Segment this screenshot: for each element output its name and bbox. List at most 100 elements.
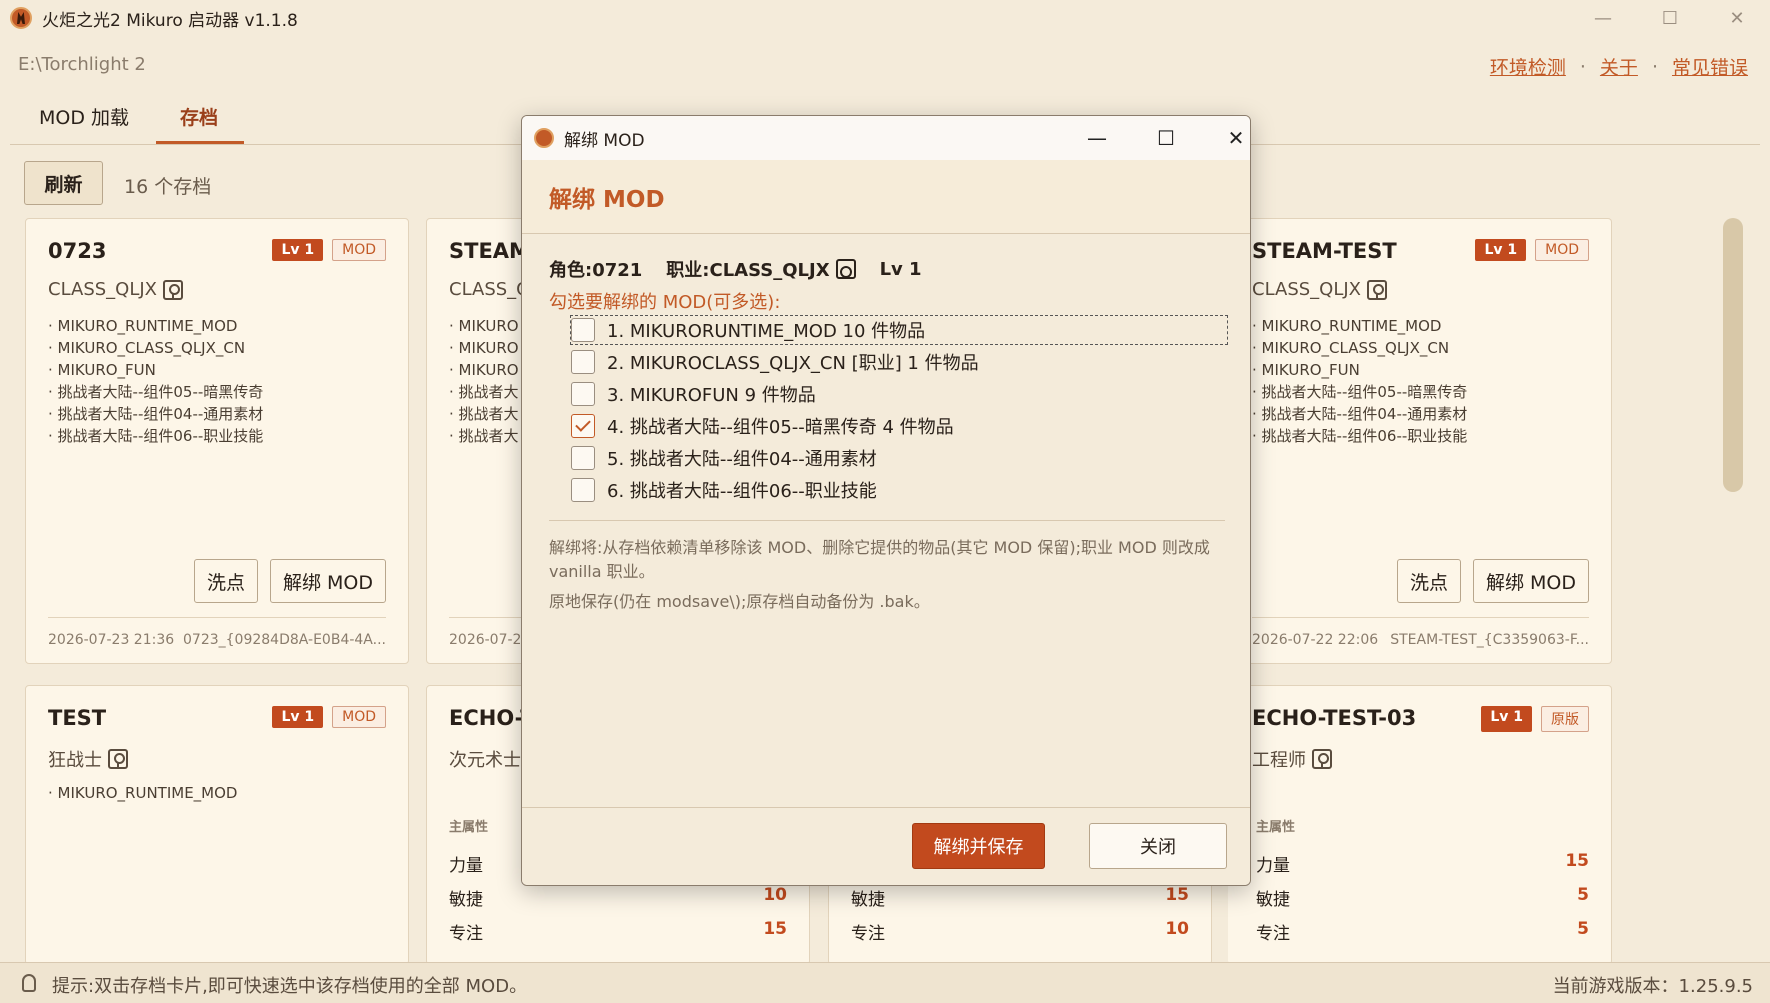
stat-row: 专注 10 xyxy=(851,919,1189,944)
mod-option[interactable]: 4. 挑战者大陆--组件05--暗黑传奇 4 件物品 xyxy=(571,412,954,440)
checkbox[interactable] xyxy=(571,350,595,374)
list-item: · MIKURO_FUN xyxy=(1252,361,1360,379)
respec-button[interactable]: 洗点 xyxy=(1396,559,1461,603)
unbind-mod-dialog: 解绑 MOD — ☐ ✕ 解绑 MOD 角色:0721 职业:CLASS_QLJ… xyxy=(521,115,1251,886)
dialog-maximize-button[interactable]: ☐ xyxy=(1136,116,1196,160)
dialog-heading: 解绑 MOD xyxy=(549,187,665,213)
female-icon xyxy=(163,279,184,300)
status-bar: 提示:双击存档卡片,即可快速选中该存档使用的全部 MOD。 当前游戏版本：1.2… xyxy=(0,962,1770,1003)
save-file: 0723_{09284D8A-E0B4-4A... xyxy=(183,632,386,648)
stat-row: 力量 15 xyxy=(1256,851,1589,876)
save-date: 2026-07-2 xyxy=(449,632,522,648)
close-button[interactable]: 关闭 xyxy=(1089,823,1227,869)
checkbox[interactable] xyxy=(571,318,595,342)
stat-row: 敏捷 5 xyxy=(1256,885,1589,910)
unbind-mod-button[interactable]: 解绑 MOD xyxy=(1472,559,1589,603)
list-item: · MIKURO_RUNTIME_MOD xyxy=(48,784,238,802)
app-logo-icon xyxy=(10,7,32,29)
level-badge: Lv 1 xyxy=(272,706,324,728)
unbind-and-save-button[interactable]: 解绑并保存 xyxy=(912,823,1045,869)
mod-badge: MOD xyxy=(332,239,386,261)
save-class: 次元术士 xyxy=(449,750,521,771)
stats-heading: 主属性 xyxy=(1256,820,1296,835)
save-name: 0723 xyxy=(48,239,107,263)
stat-row: 敏捷 10 xyxy=(449,885,787,910)
stat-row: 专注 15 xyxy=(449,919,787,944)
checkbox[interactable] xyxy=(571,478,595,502)
dialog-window-title: 解绑 MOD xyxy=(564,130,645,151)
window-title: 火炬之光2 Mikuro 启动器 v1.1.8 xyxy=(42,10,298,31)
list-item: · MIKURO_RUNTIME_MOD xyxy=(48,317,238,335)
stats-heading: 主属性 xyxy=(449,820,489,835)
tab-mod-load[interactable]: MOD 加载 xyxy=(39,103,129,144)
list-item: · 挑战者大陆--组件06--职业技能 xyxy=(48,427,264,445)
scrollbar-thumb[interactable] xyxy=(1723,218,1743,492)
level-badge: Lv 1 xyxy=(1475,239,1527,261)
dialog-footer: 解绑并保存 关闭 xyxy=(522,807,1250,885)
list-item: · 挑战者大陆--组件06--职业技能 xyxy=(1252,427,1468,445)
stat-row: 专注 5 xyxy=(1256,919,1589,944)
respec-button[interactable]: 洗点 xyxy=(193,559,258,603)
save-card[interactable]: 0723 Lv 1 MOD CLASS_QLJX · MIKURO_RUNTIM… xyxy=(25,218,409,664)
dialog-minimize-button[interactable]: — xyxy=(1067,116,1127,160)
list-item: · MIKURO xyxy=(449,339,519,357)
stat-row: 敏捷 15 xyxy=(851,885,1189,910)
common-errors-link[interactable]: 常见错误 xyxy=(1672,53,1748,80)
save-card[interactable]: ECHO-TEST-03 Lv 1 原版 工程师 主属性 力量 15 敏捷 5 … xyxy=(1228,685,1612,965)
mod-option[interactable]: 6. 挑战者大陆--组件06--职业技能 xyxy=(571,476,877,504)
save-class: CLASS_Q xyxy=(449,279,531,300)
close-window-button[interactable]: ✕ xyxy=(1704,0,1770,36)
maximize-button[interactable]: ☐ xyxy=(1637,0,1703,36)
save-class: 工程师 xyxy=(1252,750,1306,771)
unbind-mod-button[interactable]: 解绑 MOD xyxy=(269,559,386,603)
list-item: · 挑战者大 xyxy=(449,427,519,445)
list-item: · MIKURO_FUN xyxy=(48,361,156,379)
checkbox-checked[interactable] xyxy=(571,414,595,438)
female-icon xyxy=(1312,749,1332,769)
env-check-link[interactable]: 环境检测 xyxy=(1490,53,1566,80)
list-item: · MIKURO_CLASS_QLJX_CN xyxy=(48,339,246,357)
game-path: E:\Torchlight 2 xyxy=(18,54,146,75)
checkbox[interactable] xyxy=(571,382,595,406)
save-class: CLASS_QLJX xyxy=(48,279,158,300)
save-class: CLASS_QLJX xyxy=(1252,279,1362,300)
save-file: STEAM-TEST_{C3359063-F... xyxy=(1390,632,1589,648)
lightbulb-icon xyxy=(22,974,36,992)
mod-badge: MOD xyxy=(332,706,386,728)
mod-list: · MIKURO · MIKURO · MIKURO · 挑战者大 · 挑战者大… xyxy=(449,315,519,447)
mod-option[interactable]: 3. MIKUROFUN 9 件物品 xyxy=(571,380,816,408)
minimize-button[interactable]: — xyxy=(1570,0,1636,36)
unbind-note: 解绑将:从存档依赖清单移除该 MOD、删除它提供的物品(其它 MOD 保留);职… xyxy=(549,538,1210,611)
list-item: · 挑战者大陆--组件05--暗黑传奇 xyxy=(1252,383,1468,401)
dialog-close-button[interactable]: ✕ xyxy=(1206,116,1250,160)
save-card[interactable]: TEST Lv 1 MOD 狂战士 · MIKURO_RUNTIME_MOD xyxy=(25,685,409,965)
app-logo-icon xyxy=(534,128,554,148)
mod-list: · MIKURO_RUNTIME_MOD xyxy=(48,782,237,804)
character-level: Lv 1 xyxy=(879,258,922,280)
character-info: 角色:0721 职业:CLASS_QLJX Lv 1 xyxy=(549,256,922,282)
tab-saves[interactable]: 存档 xyxy=(180,103,218,144)
mod-option[interactable]: 1. MIKURORUNTIME_MOD 10 件物品 xyxy=(570,315,1228,345)
save-date: 2026-07-23 21:36 xyxy=(48,632,175,648)
active-tab-indicator xyxy=(156,141,244,144)
checkbox[interactable] xyxy=(571,446,595,470)
refresh-button[interactable]: 刷新 xyxy=(24,161,103,205)
list-item: · 挑战者大陆--组件04--通用素材 xyxy=(48,405,264,423)
female-icon xyxy=(108,749,128,769)
about-link[interactable]: 关于 xyxy=(1600,53,1638,80)
list-item: · 挑战者大 xyxy=(449,405,519,423)
mod-option[interactable]: 2. MIKUROCLASS_QLJX_CN [职业] 1 件物品 xyxy=(571,348,979,376)
character-class: 职业:CLASS_QLJX xyxy=(666,260,830,281)
list-item: · 挑战者大 xyxy=(449,383,519,401)
mod-badge: MOD xyxy=(1535,239,1589,261)
save-date: 2026-07-22 22:06 xyxy=(1252,632,1379,648)
list-item: · 挑战者大陆--组件04--通用素材 xyxy=(1252,405,1468,423)
save-name: STEAM xyxy=(449,239,530,263)
save-card[interactable]: STEAM-TEST Lv 1 MOD CLASS_QLJX · MIKURO_… xyxy=(1228,218,1612,664)
character-name: 角色:0721 xyxy=(549,260,643,281)
list-item: · MIKURO_CLASS_QLJX_CN xyxy=(1252,339,1450,357)
select-prompt: 勾选要解绑的 MOD(可多选): xyxy=(549,292,781,313)
mod-option[interactable]: 5. 挑战者大陆--组件04--通用素材 xyxy=(571,444,877,472)
mod-list: · MIKURO_RUNTIME_MOD · MIKURO_CLASS_QLJX… xyxy=(48,315,263,447)
game-version: 当前游戏版本：1.25.9.5 xyxy=(1552,976,1753,997)
